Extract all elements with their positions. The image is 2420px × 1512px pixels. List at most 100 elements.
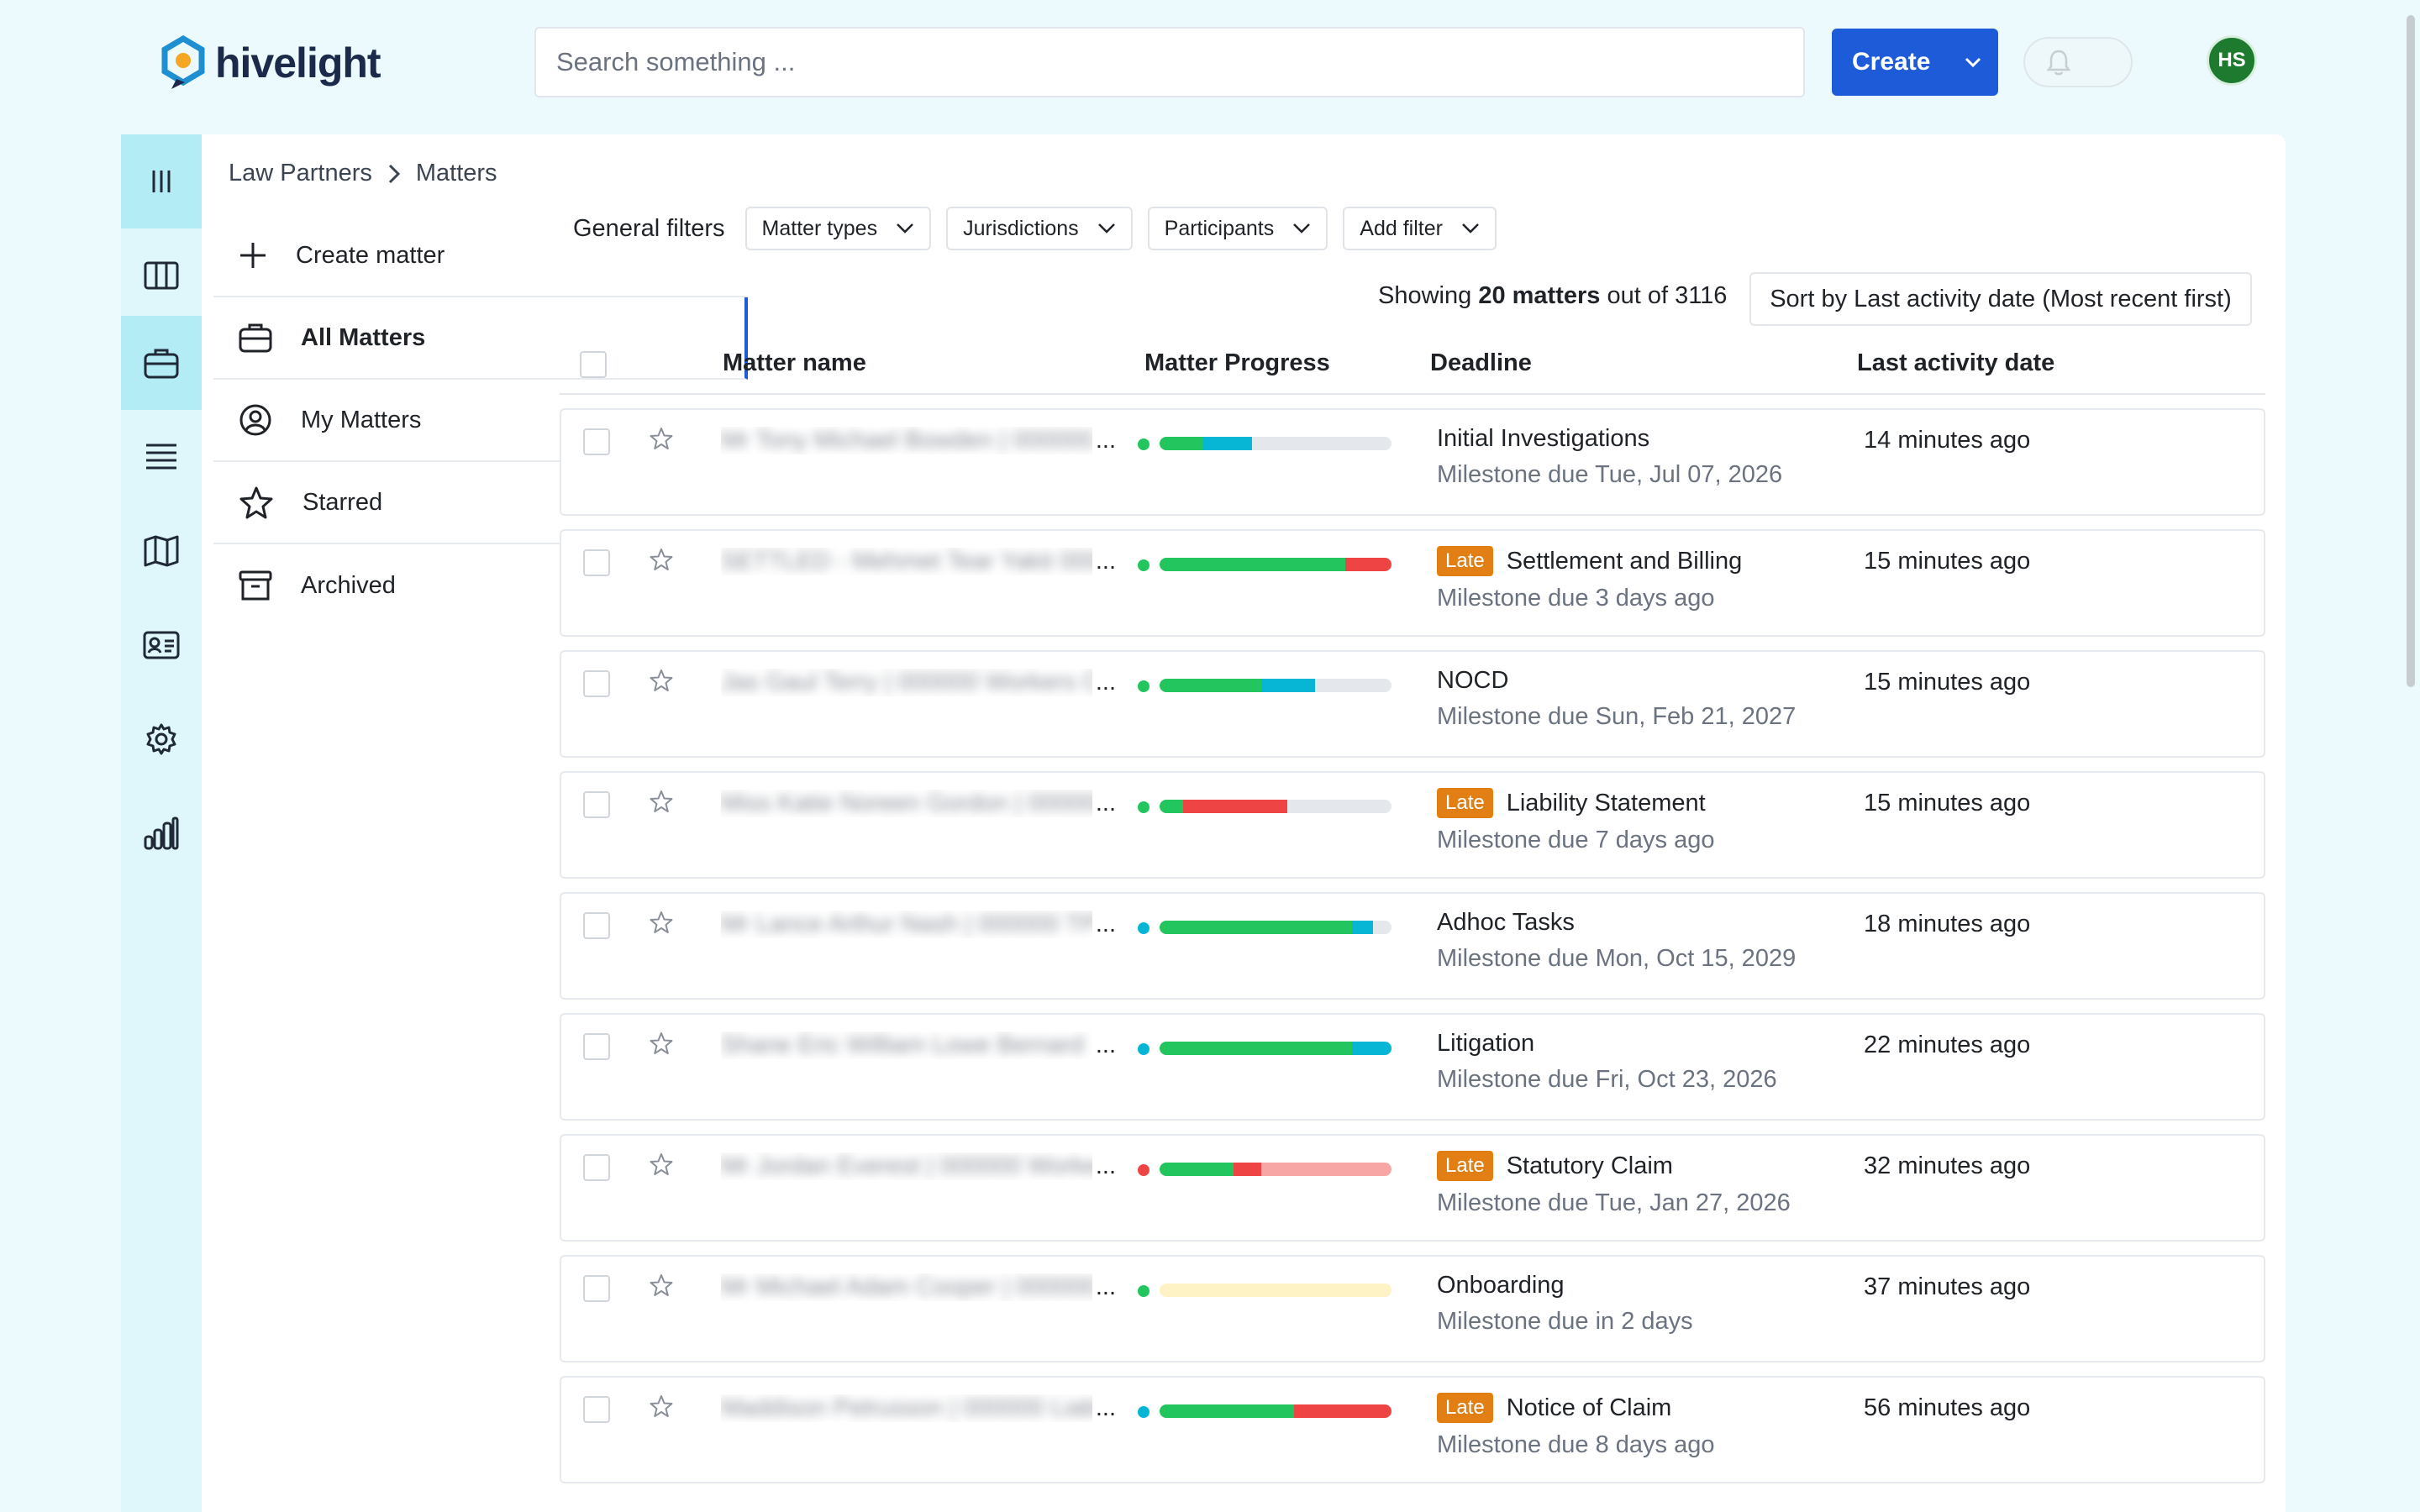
header-last-activity[interactable]: Last activity date [1857, 349, 2054, 377]
table-row[interactable]: Mr Lance Arthur Nash | 000000 TPD ... Ad… [560, 892, 2265, 1000]
table-row[interactable]: SETTLED - Mehmet Tear Yakit 0000 ... Lat… [560, 529, 2265, 637]
deadline-due: Milestone due Mon, Oct 15, 2029 [1437, 945, 1797, 972]
rail-matters-button[interactable] [121, 316, 202, 410]
matter-name-ellipsis: ... [1092, 1394, 1116, 1422]
matter-name-ellipsis: ... [1092, 548, 1116, 575]
matter-name[interactable]: Maddison Petrusson | 000000 Liability ..… [721, 1394, 1116, 1422]
brand-logo[interactable]: hivelight [160, 34, 381, 92]
table-row[interactable]: Shane Eric William Lowe Bernard ... Liti… [560, 1013, 2265, 1121]
row-checkbox[interactable] [583, 791, 610, 818]
matter-name[interactable]: Mr Lance Arthur Nash | 000000 TPD ... [721, 911, 1116, 938]
search-input[interactable] [556, 47, 1803, 77]
header-matter-progress[interactable]: Matter Progress [1144, 349, 1330, 377]
star-icon[interactable] [649, 427, 674, 454]
deadline-due: Milestone due 7 days ago [1437, 827, 1715, 853]
deadline-due: Milestone due in 2 days [1437, 1308, 1693, 1335]
matter-types-filter[interactable]: Matter types [744, 207, 932, 250]
last-activity: 15 minutes ago [1864, 669, 2031, 696]
matter-name-text: Mr Tony Michael Bowden | 000000 Personal [721, 427, 1116, 454]
create-button[interactable]: Create [1832, 29, 1998, 96]
breadcrumb-root[interactable]: Law Partners [229, 160, 372, 187]
header-matter-name[interactable]: Matter name [723, 349, 866, 377]
star-icon[interactable] [649, 1394, 674, 1422]
rail-contacts-button[interactable] [121, 598, 202, 692]
row-checkbox[interactable] [583, 1396, 610, 1423]
star-icon[interactable] [649, 1152, 674, 1180]
breadcrumb-current: Matters [415, 160, 497, 186]
user-avatar[interactable]: HS [2207, 35, 2257, 86]
star-icon[interactable] [649, 669, 674, 696]
sort-dropdown[interactable]: Sort by Last activity date (Most recent … [1749, 272, 2252, 326]
table-row[interactable]: Maddison Petrusson | 000000 Liability ..… [560, 1376, 2265, 1483]
add-filter-label: Add filter [1360, 216, 1443, 240]
star-icon[interactable] [649, 911, 674, 938]
rail-board-button[interactable] [121, 228, 202, 323]
add-filter-button[interactable]: Add filter [1343, 207, 1497, 250]
star-icon[interactable] [649, 548, 674, 575]
rail-reports-button[interactable] [121, 786, 202, 880]
briefcase-icon [144, 349, 179, 379]
scrollbar-thumb[interactable] [2407, 15, 2415, 687]
last-activity: 15 minutes ago [1864, 548, 2031, 575]
notifications-toggle[interactable] [2023, 37, 2133, 87]
matter-name[interactable]: Mr Tony Michael Bowden | 000000 Personal… [721, 427, 1116, 454]
breadcrumb: Law Partners Matters [229, 160, 497, 187]
header-deadline[interactable]: Deadline [1430, 349, 1532, 377]
row-checkbox[interactable] [583, 1154, 610, 1181]
progress-bar [1160, 921, 1392, 934]
matter-name-text: Miss Katie Noreen Gordon | 000000 MV [721, 790, 1116, 816]
chevron-down-icon[interactable] [1948, 29, 1998, 96]
matter-name[interactable]: SETTLED - Mehmet Tear Yakit 0000 ... [721, 548, 1116, 575]
late-badge: Late [1437, 1151, 1493, 1181]
star-icon[interactable] [649, 1273, 674, 1301]
matter-name-text: SETTLED - Mehmet Tear Yakit 0000 [721, 548, 1114, 575]
search-bar[interactable] [534, 27, 1805, 97]
progress-segment [1160, 921, 1353, 934]
last-activity: 37 minutes ago [1864, 1273, 2031, 1300]
progress-bar [1160, 1042, 1392, 1055]
plus-icon [240, 243, 266, 268]
progress-segment [1234, 1163, 1262, 1176]
matter-name[interactable]: Mr Michael Adam Cooper | 000000 ... [721, 1273, 1116, 1301]
progress-segment [1160, 558, 1345, 571]
star-icon[interactable] [649, 790, 674, 817]
chevron-down-icon [1293, 223, 1311, 234]
row-checkbox[interactable] [583, 428, 610, 455]
table-row[interactable]: Mr Tony Michael Bowden | 000000 Personal… [560, 408, 2265, 516]
row-checkbox[interactable] [583, 549, 610, 576]
matter-name[interactable]: Mr Jordan Everest | 000000 Workers ... [721, 1152, 1116, 1180]
table-row[interactable]: Jas Gaul Terry | 000000 Workers Comp ...… [560, 650, 2265, 758]
last-activity: 18 minutes ago [1864, 911, 2031, 937]
row-checkbox[interactable] [583, 912, 610, 939]
rail-list-button[interactable] [121, 410, 202, 504]
late-badge: Late [1437, 546, 1493, 576]
map-icon [144, 535, 179, 567]
table-row[interactable]: Miss Katie Noreen Gordon | 000000 MV ...… [560, 771, 2265, 879]
matter-name[interactable]: Shane Eric William Lowe Bernard ... [721, 1032, 1116, 1059]
page-scrollbar[interactable] [2405, 0, 2417, 689]
star-icon[interactable] [649, 1032, 674, 1059]
table-row[interactable]: Mr Michael Adam Cooper | 000000 ... Onbo… [560, 1255, 2265, 1362]
select-all-checkbox[interactable] [580, 351, 607, 378]
row-checkbox[interactable] [583, 1033, 610, 1060]
deadline-milestone: Settlement and Billing [1506, 547, 1743, 575]
progress-segment [1160, 437, 1204, 450]
sort-label: Sort by Last activity date (Most recent … [1770, 285, 2232, 312]
deadline-cell: Adhoc Tasks Milestone due Mon, Oct 15, 2… [1437, 909, 1796, 973]
rail-map-button[interactable] [121, 504, 202, 598]
row-checkbox[interactable] [583, 1275, 610, 1302]
deadline-milestone: Onboarding [1437, 1272, 1565, 1299]
matter-name[interactable]: Jas Gaul Terry | 000000 Workers Comp ... [721, 669, 1116, 696]
rail-settings-button[interactable] [121, 692, 202, 786]
deadline-cell: Late Notice of Claim Milestone due 8 days… [1437, 1393, 1715, 1459]
table-row[interactable]: Mr Jordan Everest | 000000 Workers ... L… [560, 1134, 2265, 1242]
rail-menu-button[interactable] [121, 134, 202, 228]
progress-bar [1160, 1163, 1392, 1176]
matter-name[interactable]: Miss Katie Noreen Gordon | 000000 MV ... [721, 790, 1116, 817]
row-checkbox[interactable] [583, 670, 610, 697]
deadline-milestone: Statutory Claim [1506, 1152, 1673, 1179]
jurisdictions-filter[interactable]: Jurisdictions [946, 207, 1133, 250]
matters-list: Mr Tony Michael Bowden | 000000 Personal… [560, 408, 2265, 1497]
participants-filter[interactable]: Participants [1147, 207, 1328, 250]
chevron-right-icon [388, 164, 400, 183]
